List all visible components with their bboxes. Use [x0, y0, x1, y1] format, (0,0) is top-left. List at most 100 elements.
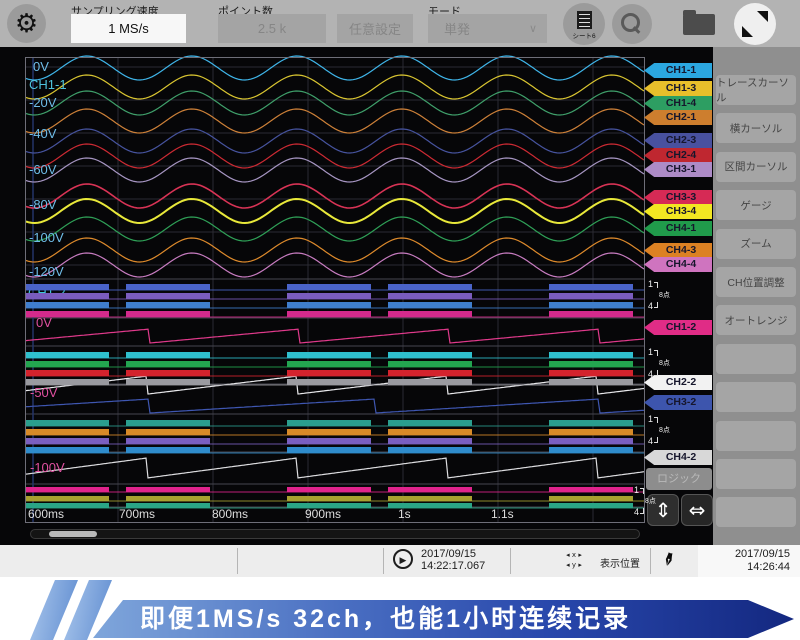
sidebar-button-CH位置調整[interactable]: CH位置調整	[716, 267, 796, 297]
logic-high-bar	[126, 370, 210, 376]
channel-tag-ch1-1[interactable]: CH1-1	[644, 63, 712, 78]
scale-label: CH1-1	[29, 77, 67, 92]
statusbar-separator	[510, 548, 511, 574]
logic-high-bar	[549, 379, 633, 385]
sidebar-button-トレースカーソル[interactable]: トレースカーソル	[716, 75, 796, 105]
sidebar-button-blank[interactable]	[716, 382, 796, 412]
sidebar-button-blank[interactable]	[716, 344, 796, 374]
left-right-arrow-icon: ⇔	[689, 498, 706, 522]
search-icon	[621, 13, 640, 32]
sidebar-button-区間カーソル[interactable]: 区間カーソル	[716, 152, 796, 182]
banner-arrow-shape: 即便1MS/s 32ch，也能1小时连续记录	[93, 600, 800, 638]
logic-high-bar	[25, 361, 109, 367]
recorder-screen: ⚙ サンプリング速度 1 MS/s ポイント数 2.5 k 任意設定 モード 単…	[0, 0, 800, 640]
promo-banner: 即便1MS/s 32ch，也能1小时连续记录	[0, 577, 800, 640]
time-axis-label: 800ms	[212, 507, 248, 521]
logic-high-bar	[25, 496, 109, 501]
display-position-label: 表示位置	[600, 555, 640, 570]
logic-high-bar	[549, 302, 633, 308]
sidebar-button-オートレンジ[interactable]: オートレンジ	[716, 305, 796, 335]
sidebar-button-blank[interactable]	[716, 459, 796, 489]
logic-high-bar	[388, 438, 472, 444]
logic-high-bar	[287, 311, 371, 317]
logic-range-indicator: 18点4	[648, 416, 674, 444]
sidebar-button-blank[interactable]	[716, 497, 796, 527]
logic-high-bar	[287, 361, 371, 367]
sidebar-button-ズーム[interactable]: ズーム	[716, 229, 796, 259]
sine-wave-CH2-4	[26, 144, 644, 168]
time-axis-label: 600ms	[28, 507, 64, 521]
channel-tag-ch2-2[interactable]: CH2-2	[644, 375, 712, 390]
sine-wave-CH4-3	[26, 238, 644, 262]
points-value[interactable]: 2.5 k	[218, 14, 326, 43]
toolbar: ⚙ サンプリング速度 1 MS/s ポイント数 2.5 k 任意設定 モード 単…	[0, 0, 800, 48]
logic-high-bar	[25, 311, 109, 317]
sawtooth-wave-CH3-2	[26, 399, 644, 413]
channel-tag-ch4-1[interactable]: CH4-1	[644, 221, 712, 236]
logic-range-indicator: 18点4	[648, 281, 674, 309]
channel-tag-ch3-3[interactable]: CH3-3	[644, 190, 712, 205]
logic-high-bar	[126, 293, 210, 299]
channel-tag-ch2-4[interactable]: CH2-4	[644, 148, 712, 163]
fullscreen-button[interactable]	[734, 3, 776, 45]
logic-high-bar	[126, 496, 210, 501]
channel-tag-ch4-4[interactable]: CH4-4	[644, 257, 712, 272]
logic-high-bar	[287, 429, 371, 435]
search-button[interactable]	[612, 4, 652, 44]
logic-high-bar	[25, 352, 109, 358]
scrollbar-thumb[interactable]	[49, 531, 97, 537]
logic-high-bar	[287, 420, 371, 426]
horizontal-scroll-button[interactable]: ⇔	[681, 494, 713, 526]
time-axis-label: 1s	[398, 507, 411, 521]
logic-high-bar	[126, 420, 210, 426]
arbitrary-setting-button[interactable]: 任意設定	[337, 14, 413, 43]
channel-tag-ch3-4[interactable]: CH3-4	[644, 204, 712, 219]
sheets-icon	[577, 11, 592, 29]
trigger-timestamp: 2017/09/15 14:22:17.067	[421, 548, 485, 572]
logic-high-bar	[126, 487, 210, 492]
xy-position-icon: ◂ x ▸ ◂ y ▸	[556, 550, 592, 572]
channel-tag-ch1-2[interactable]: CH1-2	[644, 320, 712, 335]
channel-tag-ch3-1[interactable]: CH3-1	[644, 162, 712, 177]
horizontal-scrollbar[interactable]	[30, 529, 640, 539]
channel-tag-ch1-4[interactable]: CH1-4	[644, 96, 712, 111]
logic-high-bar	[549, 352, 633, 358]
channel-tag-ch3-2[interactable]: CH3-2	[644, 395, 712, 410]
logic-high-bar	[287, 379, 371, 385]
sheet-button[interactable]: シート6	[563, 3, 605, 45]
sidebar-button-横カーソル[interactable]: 横カーソル	[716, 113, 796, 143]
scale-label: -40V	[29, 126, 57, 141]
logic-high-bar	[549, 487, 633, 492]
sawtooth-wave-CH1-2	[26, 329, 644, 343]
logic-high-bar	[549, 284, 633, 290]
settings-button[interactable]: ⚙	[7, 4, 46, 43]
scale-label: -20V	[29, 95, 57, 110]
logic-high-bar	[388, 379, 472, 385]
logic-high-bar	[388, 429, 472, 435]
gear-icon: ⚙	[15, 11, 38, 37]
folder-button[interactable]	[683, 14, 715, 35]
sine-wave-CH1-1	[26, 56, 644, 80]
channel-tag-ch1-3[interactable]: CH1-3	[644, 81, 712, 96]
sampling-rate-value[interactable]: 1 MS/s	[71, 14, 186, 43]
logic-high-bar	[25, 438, 109, 444]
channel-tag-ch2-1[interactable]: CH2-1	[644, 110, 712, 125]
channel-tag-ch2-3[interactable]: CH2-3	[644, 133, 712, 148]
logic-high-bar	[126, 447, 210, 453]
scale-label: -100V	[29, 230, 64, 245]
channel-tag-ch4-2[interactable]: CH4-2	[644, 450, 712, 465]
logic-high-bar	[25, 379, 109, 385]
logic-high-bar	[287, 487, 371, 492]
channel-tag-ch4-3[interactable]: CH4-3	[644, 243, 712, 258]
logic-high-bar	[549, 438, 633, 444]
mode-select[interactable]: 単発 ∨	[428, 14, 547, 43]
scale-label: -50V	[30, 385, 58, 400]
sidebar-button-ゲージ[interactable]: ゲージ	[716, 190, 796, 220]
sidebar-button-blank[interactable]	[716, 421, 796, 451]
logic-high-bar	[126, 311, 210, 317]
logic-high-bar	[388, 420, 472, 426]
sine-wave-CH3-1	[26, 158, 644, 182]
logic-high-bar	[126, 352, 210, 358]
logic-high-bar	[549, 361, 633, 367]
scale-label: -100V	[30, 460, 65, 475]
